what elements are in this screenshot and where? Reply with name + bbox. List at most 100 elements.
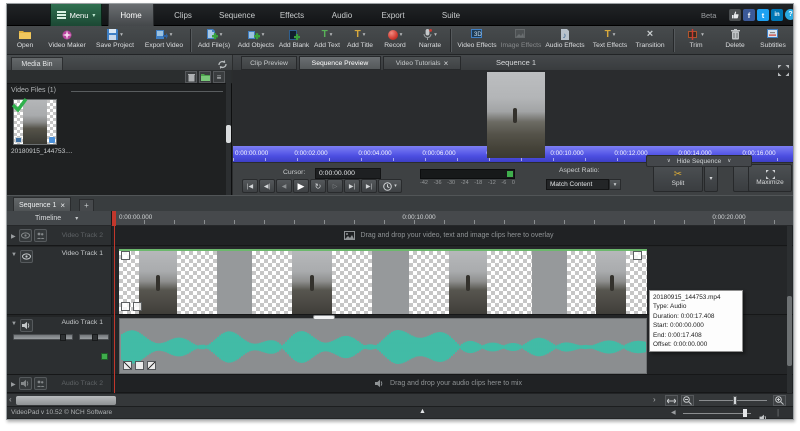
volume-slider-track[interactable] — [683, 413, 751, 414]
bin-list-view-icon[interactable]: ≡ — [213, 71, 225, 83]
video-clip[interactable] — [119, 249, 647, 314]
play-button[interactable]: ▶ — [293, 179, 309, 193]
clip-end-icon[interactable] — [633, 251, 642, 260]
media-clip-thumbnail[interactable] — [11, 98, 57, 145]
playhead[interactable] — [114, 211, 115, 393]
text-effects-button[interactable]: T ▾ Text Effects — [590, 27, 630, 54]
video-effects-button[interactable]: 3D Video Effects — [455, 27, 499, 54]
narrate-button[interactable]: ▾ Narrate — [413, 27, 447, 54]
like-icon[interactable] — [729, 9, 741, 21]
collapse-track-icon[interactable]: ▼ — [11, 321, 17, 327]
scroll-right-icon[interactable]: › — [653, 395, 656, 404]
menu-tab-suite[interactable]: Suite — [432, 4, 470, 26]
aspect-ratio-dropdown-button[interactable]: ▾ — [609, 179, 621, 190]
rewind-button[interactable]: ◀ — [276, 179, 292, 193]
menu-tab-audio[interactable]: Audio — [322, 4, 362, 26]
step-forward-button[interactable]: ▷ — [327, 179, 343, 193]
clip-fx-icon[interactable] — [133, 302, 142, 311]
record-button[interactable]: ▾ Record — [378, 27, 412, 54]
track-group-icon[interactable] — [34, 377, 47, 390]
timeline-vscroll-thumb[interactable] — [787, 296, 792, 366]
save-project-button[interactable]: ▾ Save Project — [91, 27, 139, 54]
video-maker-button[interactable]: Video Maker — [43, 27, 91, 54]
close-icon[interactable]: × — [444, 59, 449, 68]
transition-button[interactable]: × Transition — [631, 27, 669, 54]
clip-transform-icon[interactable] — [121, 251, 130, 260]
audio-clip[interactable] — [119, 318, 647, 374]
timeline-ruler-row[interactable]: Timeline ▾ 0:00:00.000 0:00:10.000 0:00:… — [7, 211, 793, 226]
zoom-out-icon[interactable] — [681, 395, 694, 406]
timeline-view-selector[interactable]: Timeline ▾ — [7, 211, 112, 225]
previous-frame-button[interactable]: ◀| — [259, 179, 275, 193]
add-objects-button[interactable]: ▾ Add Objects — [235, 27, 277, 54]
track-visibility-icon[interactable] — [20, 250, 33, 263]
bin-trash-icon[interactable] — [185, 71, 197, 83]
hscroll-thumb[interactable] — [16, 396, 116, 405]
tab-video-tutorials[interactable]: Video Tutorials × — [383, 56, 461, 70]
playback-timer-button[interactable]: ▾ — [378, 179, 402, 193]
track-pan-slider[interactable] — [79, 334, 109, 341]
help-icon[interactable]: ? — [785, 9, 793, 20]
clip-speed-icon[interactable] — [121, 302, 130, 311]
zoom-slider-thumb[interactable] — [733, 396, 737, 405]
track-mute-icon[interactable] — [20, 319, 33, 332]
track-visibility-icon[interactable] — [19, 229, 32, 242]
track-resize-handle[interactable] — [313, 315, 335, 320]
next-frame-button[interactable]: ▶| — [344, 179, 360, 193]
playhead-cap[interactable] — [112, 211, 116, 226]
track-group-icon[interactable] — [34, 229, 47, 242]
media-bin-tab[interactable]: Media Bin — [11, 57, 63, 70]
aspect-ratio-select[interactable]: Match Content — [546, 179, 609, 190]
track-color-chip[interactable] — [101, 353, 108, 360]
panel-expand-icon[interactable]: ▲ — [419, 408, 426, 415]
add-title-button[interactable]: T ▾ Add Title — [344, 27, 376, 54]
menu-tab-home[interactable]: Home — [108, 4, 154, 26]
audio-effects-button[interactable]: ♪ Audio Effects — [542, 27, 588, 54]
fit-to-window-icon[interactable] — [665, 395, 678, 406]
volume-speaker-icon[interactable] — [759, 409, 768, 419]
bin-import-folder-icon[interactable] — [199, 71, 211, 83]
tab-clip-preview[interactable]: Clip Preview — [241, 56, 297, 70]
media-bin-scroll-thumb[interactable] — [226, 125, 231, 143]
trim-button[interactable]: ▾ Trim — [679, 27, 713, 54]
menu-tab-effects[interactable]: Effects — [270, 4, 314, 26]
delete-button[interactable]: Delete — [719, 27, 751, 54]
add-text-button[interactable]: T ▾ Add Text — [311, 27, 343, 54]
track-mute-icon[interactable] — [19, 377, 32, 390]
hide-sequence-button[interactable]: ∨ Hide Sequence ∨ — [646, 155, 752, 167]
menu-tab-sequence[interactable]: Sequence — [210, 4, 264, 26]
subtitles-button[interactable]: Subtitles — [755, 27, 791, 54]
volume-min-icon[interactable]: ◀ — [671, 409, 676, 416]
cursor-time-field[interactable]: 0:00:00.000 — [315, 168, 381, 179]
linkedin-icon[interactable]: in — [771, 9, 783, 21]
fade-out-icon[interactable] — [147, 361, 156, 370]
go-to-start-button[interactable]: |◀ — [242, 179, 258, 193]
track-volume-slider[interactable] — [13, 334, 73, 341]
export-video-button[interactable]: ▾ Export Video — [140, 27, 188, 54]
go-to-end-button[interactable]: ▶| — [361, 179, 377, 193]
clip-volume-icon[interactable] — [135, 361, 144, 370]
split-button[interactable]: ✂ Split — [653, 164, 703, 192]
timeline-hscrollbar[interactable]: ‹ › — [7, 393, 793, 406]
menu-tab-clips[interactable]: Clips — [164, 4, 202, 26]
add-blank-button[interactable]: Add Blank — [278, 27, 310, 54]
facebook-icon[interactable]: f — [743, 9, 755, 21]
media-bin-scrollbar[interactable] — [226, 70, 231, 195]
close-icon[interactable]: × — [60, 201, 65, 210]
menu-button[interactable]: Menu ▾ — [50, 4, 102, 26]
fade-in-icon[interactable] — [123, 361, 132, 370]
maximize-button[interactable]: Maximize — [748, 164, 792, 192]
scroll-left-icon[interactable]: ‹ — [9, 395, 12, 404]
expand-track-icon[interactable]: ▶ — [11, 381, 16, 388]
volume-slider-thumb[interactable] — [743, 409, 747, 417]
twitter-icon[interactable]: t — [757, 9, 769, 21]
image-effects-button[interactable]: Image Effects — [500, 27, 542, 54]
preview-expand-icon[interactable] — [778, 63, 789, 81]
open-button[interactable]: Open — [9, 27, 41, 54]
tab-sequence-preview[interactable]: Sequence Preview — [299, 56, 381, 70]
menu-tab-export[interactable]: Export — [372, 4, 414, 26]
expand-track-icon[interactable]: ▶ — [11, 233, 16, 240]
split-dropdown-button[interactable]: ▾ — [704, 164, 718, 192]
add-files-button[interactable]: ▾ Add File(s) — [194, 27, 234, 54]
loop-button[interactable]: ↻ — [310, 179, 326, 193]
